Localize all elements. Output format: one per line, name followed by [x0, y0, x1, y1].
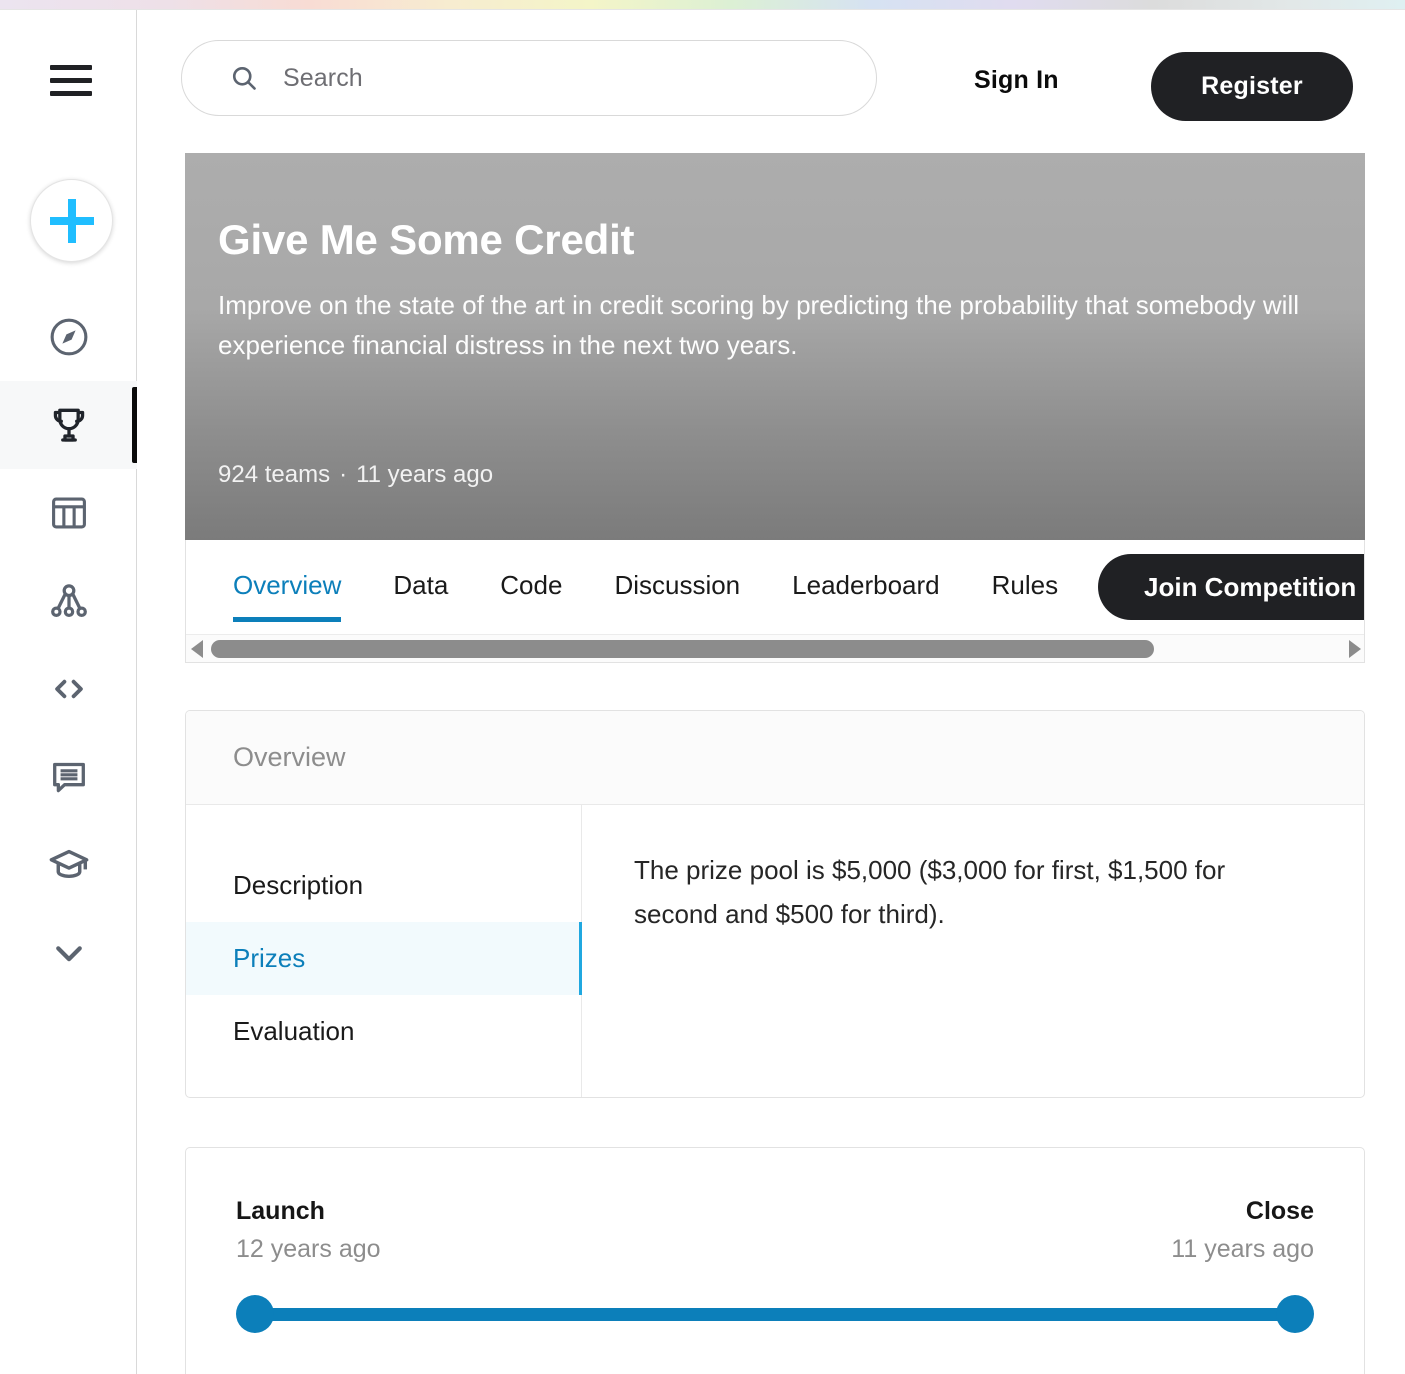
top-gradient-strip: [0, 0, 1405, 9]
tab-discussion[interactable]: Discussion: [614, 540, 740, 634]
overview-nav-prizes[interactable]: Prizes: [186, 922, 582, 995]
sidebar-item-home[interactable]: [0, 293, 137, 381]
search-placeholder: Search: [283, 63, 363, 92]
overview-section-content: The prize pool is $5,000 ($3,000 for fir…: [634, 855, 1226, 929]
timeline-start-marker[interactable]: [236, 1295, 274, 1333]
tabs-horizontal-scrollbar[interactable]: [186, 634, 1364, 663]
overview-card: Overview Description Prizes Evaluation T…: [185, 710, 1365, 1098]
triangle-left-icon[interactable]: [186, 639, 208, 658]
models-nodes-icon: [46, 578, 92, 624]
competition-subtitle: Improve on the state of the art in credi…: [218, 290, 1300, 361]
overview-nav-description[interactable]: Description: [186, 849, 581, 922]
main-content: Improve on the state of the art in credi…: [138, 10, 1405, 1374]
timeline-launch-date: 12 years ago: [236, 1235, 381, 1263]
hamburger-menu-icon[interactable]: [50, 60, 96, 100]
learn-graduation-cap-icon: [46, 842, 92, 888]
page-title: Give Me Some Credit: [218, 216, 635, 263]
tab-overview[interactable]: Overview: [233, 540, 342, 634]
tab-data[interactable]: Data: [393, 540, 448, 634]
timeline-end-marker[interactable]: [1276, 1295, 1314, 1333]
tab-strip: Overview Data Code Discussion Leaderboar…: [186, 540, 1364, 634]
overview-section-nav: Description Prizes Evaluation: [186, 805, 582, 1097]
timeline-track: [236, 1295, 1314, 1333]
triangle-right-icon[interactable]: [1344, 639, 1364, 658]
discussions-comment-icon: [47, 755, 91, 799]
sidebar-item-discussions[interactable]: [0, 733, 137, 821]
sidebar-item-competitions[interactable]: [0, 381, 137, 469]
compass-icon: [47, 315, 91, 359]
competition-tabs-card: Overview Data Code Discussion Leaderboar…: [185, 540, 1365, 663]
timeline-launch-label: Launch: [236, 1197, 325, 1225]
register-button[interactable]: Register: [1151, 52, 1353, 121]
scrollbar-track[interactable]: [208, 635, 1344, 663]
chevron-down-icon: [46, 930, 92, 976]
tab-code[interactable]: Code: [500, 540, 562, 634]
sign-in-button[interactable]: Sign In: [974, 66, 1059, 95]
competition-hero-banner: Give Me Some Credit Improve on the state…: [185, 153, 1365, 540]
trophy-icon: [47, 403, 91, 447]
timeline-close-label: Close: [1245, 1197, 1314, 1225]
hamburger-bar: [50, 90, 92, 96]
timeline-close: Close 11 years ago: [1171, 1197, 1314, 1264]
tab-leaderboard[interactable]: Leaderboard: [792, 540, 939, 634]
search-input[interactable]: Search: [181, 40, 877, 116]
timeline-launch: Launch 12 years ago: [236, 1197, 381, 1264]
scrollbar-thumb[interactable]: [211, 639, 1154, 658]
meta-separator: ·: [339, 461, 348, 488]
timeline-bar: [249, 1308, 1301, 1321]
tab-rules[interactable]: Rules: [992, 540, 1058, 634]
hamburger-bar: [50, 64, 92, 70]
sidebar-item-more[interactable]: [0, 909, 137, 997]
join-competition-button[interactable]: Join Competition: [1098, 554, 1364, 620]
sidebar-item-models[interactable]: [0, 557, 137, 645]
create-button[interactable]: [30, 179, 113, 262]
hamburger-bar: [50, 77, 92, 83]
overview-card-title: Overview: [186, 711, 1364, 805]
sidebar-item-datasets[interactable]: [0, 469, 137, 557]
timeline-labels: Launch 12 years ago Close 11 years ago: [236, 1197, 1314, 1264]
code-brackets-icon: [46, 666, 92, 712]
competition-hero-wrapper: Improve on the state of the art in credi…: [185, 128, 1365, 540]
top-header-bar: Search Sign In Register: [138, 10, 1405, 134]
competition-meta: 924 teams · 11 years ago: [218, 461, 493, 489]
competition-age: 11 years ago: [356, 461, 494, 488]
left-sidebar: [0, 10, 137, 1374]
sidebar-item-code[interactable]: [0, 645, 137, 733]
plus-icon: [67, 198, 76, 243]
teams-count: 924 teams: [218, 461, 331, 488]
overview-nav-evaluation[interactable]: Evaluation: [186, 995, 581, 1068]
search-icon: [229, 63, 259, 93]
sidebar-item-learn[interactable]: [0, 821, 137, 909]
timeline-card: Launch 12 years ago Close 11 years ago: [185, 1147, 1365, 1374]
datasets-table-icon: [47, 491, 91, 535]
timeline-close-date: 11 years ago: [1171, 1235, 1314, 1263]
overview-card-body: Description Prizes Evaluation The prize …: [186, 805, 1364, 1097]
